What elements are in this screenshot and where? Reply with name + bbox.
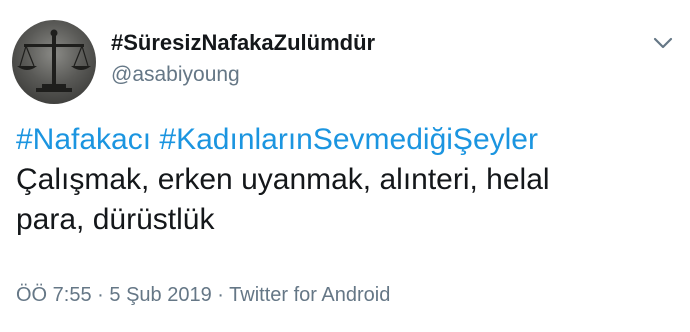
tweet-body-line-2: para, dürüstlük [16,203,215,236]
hashtag-line: #Nafakacı #KadınlarınSevmediğiŞeyler [16,120,676,160]
chevron-down-icon[interactable] [650,33,676,53]
tweet-date[interactable]: 5 Şub 2019 [109,284,211,306]
scales-of-justice-icon [17,29,91,92]
user-handle[interactable]: @asabiyoung [111,63,240,87]
display-name[interactable]: #SüresizNafakaZulümdür [111,30,375,56]
tweet-metadata: ÖÖ 7:55 · 5 Şub 2019 · Twitter for Andro… [16,284,390,307]
tweet-body-line-1: Çalışmak, erken uyanmak, alınteri, helal [16,163,550,196]
hashtag-nafakaci[interactable]: #Nafakacı [16,123,151,156]
tweet-time[interactable]: ÖÖ 7:55 [16,284,92,306]
avatar[interactable] [12,20,96,104]
separator: · [217,284,224,306]
hashtag-kadinlarin-sevmedigi-seyler[interactable]: #KadınlarınSevmediğiŞeyler [159,123,538,156]
tweet-card: #SüresizNafakaZulümdür @asabiyoung #Nafa… [0,0,690,332]
separator: · [97,284,104,306]
tweet-text: #Nafakacı #KadınlarınSevmediğiŞeyler Çal… [16,120,676,240]
tweet-source[interactable]: Twitter for Android [229,284,390,306]
